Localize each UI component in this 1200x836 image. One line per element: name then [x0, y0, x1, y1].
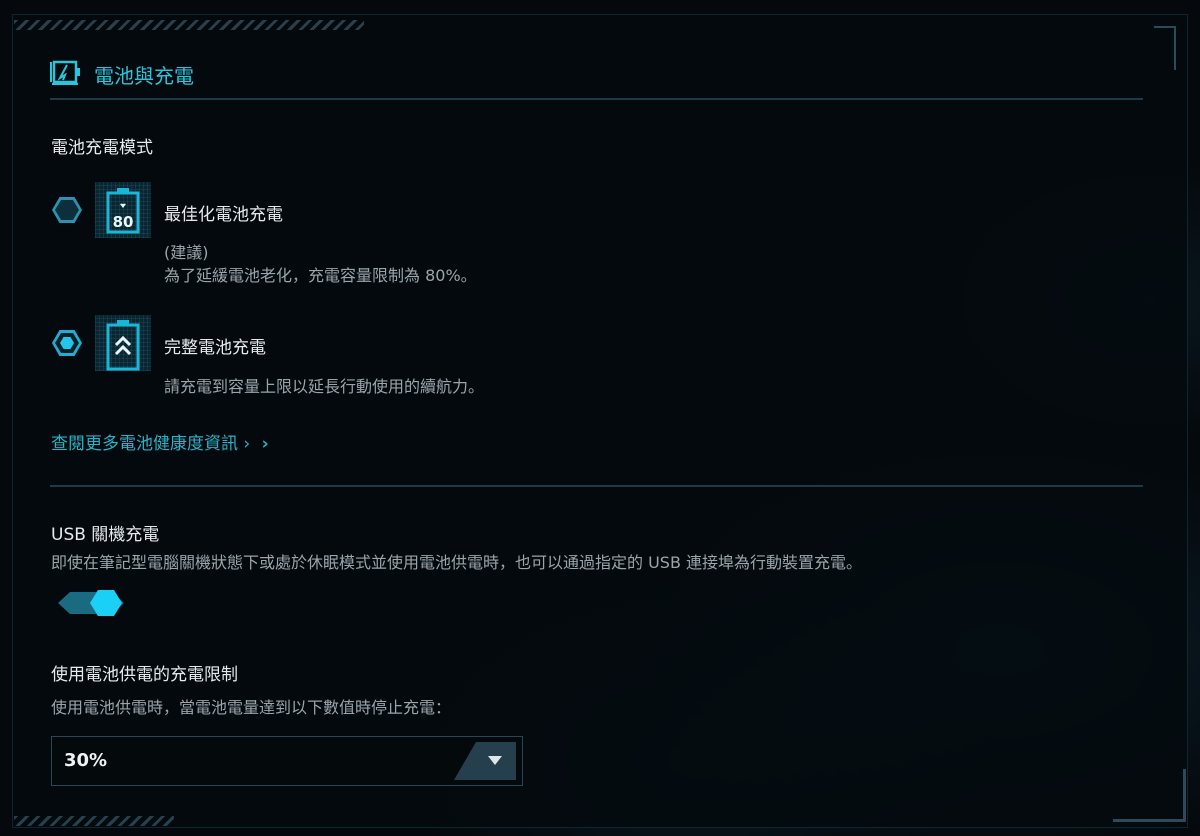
option-optimized-title: 最佳化電池充電 — [164, 205, 283, 225]
divider — [50, 485, 1143, 487]
battery-health-link[interactable]: 查閱更多電池健康度資訊 › › — [51, 429, 269, 454]
battery-limit-title: 使用電池供電的充電限制 — [51, 665, 238, 685]
usb-charging-title: USB 關機充電 — [51, 525, 160, 545]
battery-full-icon — [95, 315, 151, 371]
battery-charging-icon — [50, 58, 82, 90]
battery-limit-desc: 使用電池供電時，當電池電量達到以下數值時停止充電： — [51, 698, 452, 717]
corner-decoration — [1154, 26, 1176, 70]
usb-charging-desc: 即使在筆記型電腦關機狀態下或處於休眠模式並使用電池供電時，也可以通過指定的 US… — [51, 553, 863, 572]
chevron-right-icon: › — [261, 434, 269, 454]
corner-decoration-bottom — [1113, 769, 1186, 822]
battery-limit-select[interactable]: 30% — [51, 736, 523, 786]
page-title: 電池與充電 — [94, 63, 194, 88]
option-full-desc: 請充電到容量上限以延長行動使用的續航力。 — [164, 377, 485, 396]
dropdown-button[interactable] — [454, 742, 516, 780]
option-optimized-note: (建議) — [164, 243, 209, 262]
chevron-down-icon — [488, 756, 502, 765]
section-header: 電池與充電 — [50, 58, 194, 90]
battery-health-link-text[interactable]: 查閱更多電池健康度資訊 › — [51, 434, 250, 454]
divider — [50, 98, 1143, 100]
option-optimized-desc: 為了延緩電池老化，充電容量限制為 80%。 — [164, 266, 477, 285]
battery-icon-text: 80 — [113, 213, 134, 231]
decorative-stripes-bottom — [14, 816, 174, 826]
battery-limit-value: 30% — [64, 750, 108, 771]
charging-mode-label: 電池充電模式 — [51, 138, 153, 158]
battery-80-icon: 80 — [95, 182, 151, 238]
decorative-stripes — [14, 20, 364, 30]
option-full-title: 完整電池充電 — [164, 338, 266, 358]
usb-charging-toggle[interactable] — [58, 590, 124, 616]
